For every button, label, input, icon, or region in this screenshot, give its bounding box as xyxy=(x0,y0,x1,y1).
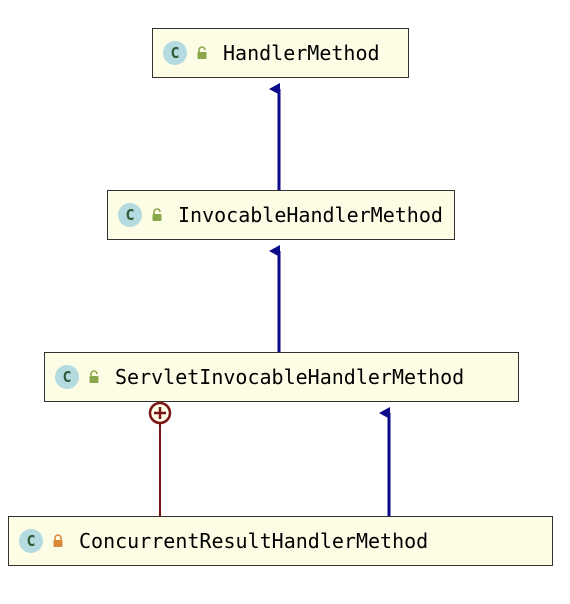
class-name-label: ServletInvocableHandlerMethod xyxy=(115,365,464,389)
class-icon: C xyxy=(19,529,43,553)
class-icon: C xyxy=(163,41,187,65)
class-icon: C xyxy=(118,203,142,227)
visibility-public-icon xyxy=(150,208,164,222)
inner-class-endpoint-icon xyxy=(150,403,170,423)
class-icon: C xyxy=(55,365,79,389)
visibility-public-icon xyxy=(87,370,101,384)
class-name-label: InvocableHandlerMethod xyxy=(178,203,443,227)
visibility-private-icon xyxy=(51,534,65,548)
class-name-label: ConcurrentResultHandlerMethod xyxy=(79,529,428,553)
class-node-servlet-invocable-handler-method: C ServletInvocableHandlerMethod xyxy=(44,352,519,402)
visibility-public-icon xyxy=(195,46,209,60)
class-node-concurrent-result-handler-method: C ConcurrentResultHandlerMethod xyxy=(8,516,553,566)
class-node-handler-method: C HandlerMethod xyxy=(152,28,409,78)
edges-layer xyxy=(0,0,570,604)
diagram-canvas: C HandlerMethod C InvocableHandlerMethod… xyxy=(0,0,570,604)
class-name-label: HandlerMethod xyxy=(223,41,380,65)
class-node-invocable-handler-method: C InvocableHandlerMethod xyxy=(107,190,455,240)
